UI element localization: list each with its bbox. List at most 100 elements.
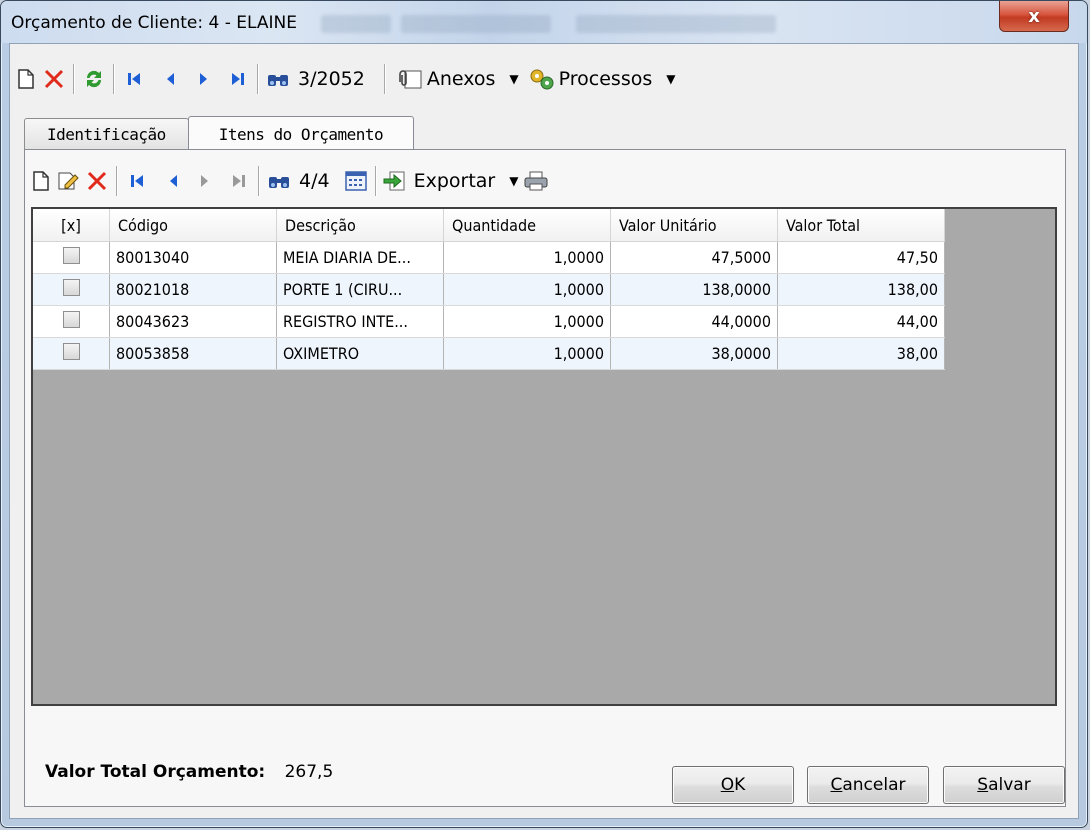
cell-descricao: MEIA DIARIA DE... <box>276 241 444 274</box>
exportar-label: Exportar <box>413 170 496 192</box>
last-record-button[interactable] <box>224 64 252 94</box>
print-button[interactable] <box>522 166 550 196</box>
delete-icon <box>44 69 64 89</box>
tab-panel-itens: 4/4 Exportar ▼ [x] Código Descrição Quan… <box>24 149 1066 807</box>
new-item-button[interactable] <box>27 166 55 196</box>
first-record-button[interactable] <box>120 64 148 94</box>
window-title: Orçamento de Cliente: 4 - ELAINE <box>11 13 297 33</box>
cancel-button[interactable]: Cancelar <box>807 766 929 804</box>
chevron-down-icon: ▼ <box>509 72 519 86</box>
delete-record-button[interactable] <box>40 64 68 94</box>
toolbar-separator <box>113 64 115 94</box>
item-position: 4/4 <box>299 170 330 192</box>
column-header-valor-total[interactable]: Valor Total <box>777 209 945 242</box>
tab-itens-do-orcamento[interactable]: Itens do Orçamento <box>187 116 415 151</box>
close-button[interactable]: x <box>999 1 1069 32</box>
last-item-button[interactable] <box>225 166 253 196</box>
binoculars-icon <box>268 75 288 86</box>
background-blur <box>401 15 551 33</box>
column-header-descricao[interactable]: Descrição <box>276 209 444 242</box>
table-row[interactable]: 80013040 MEIA DIARIA DE... 1,0000 47,500… <box>33 241 945 274</box>
row-checkbox-cell[interactable] <box>33 337 110 370</box>
items-table: [x] Código Descrição Quantidade Valor Un… <box>33 209 945 370</box>
column-header-codigo[interactable]: Código <box>109 209 277 242</box>
toolbar-separator <box>257 64 259 94</box>
toolbar-separator <box>116 166 118 196</box>
toolbar-separator <box>374 166 377 196</box>
cell-codigo: 80053858 <box>109 337 277 370</box>
chevron-down-icon: ▼ <box>666 72 676 86</box>
budget-total: Valor Total Orçamento: 267,5 <box>45 762 333 782</box>
background-blur <box>321 15 391 33</box>
table-row[interactable]: 80043623 REGISTRO INTE... 1,0000 44,0000… <box>33 305 945 338</box>
table-row[interactable]: 80053858 OXIMETRO 1,0000 38,0000 38,00 <box>33 337 945 370</box>
salvar-accel: S <box>977 775 989 795</box>
tab-strip: Identificação Itens do Orçamento <box>24 116 415 151</box>
first-record-icon <box>131 175 143 187</box>
column-header-valor-unitario[interactable]: Valor Unitário <box>610 209 778 242</box>
cell-valor-unitario: 44,0000 <box>610 305 778 338</box>
edit-item-button[interactable] <box>55 166 83 196</box>
cell-valor-unitario: 38,0000 <box>610 337 778 370</box>
printer-icon <box>524 171 548 191</box>
column-header-select[interactable]: [x] <box>33 209 110 242</box>
cell-descricao: REGISTRO INTE... <box>276 305 444 338</box>
row-checkbox[interactable] <box>62 311 80 328</box>
exportar-menu-button[interactable]: Exportar ▼ <box>382 166 523 196</box>
record-position: 3/2052 <box>298 68 365 90</box>
cancelar-label: ancelar <box>842 775 906 795</box>
cell-valor-total: 138,00 <box>777 273 945 306</box>
table-row[interactable]: 80021018 PORTE 1 (CIRU... 1,0000 138,000… <box>33 273 945 306</box>
edit-icon <box>58 172 79 190</box>
export-arrow-icon <box>383 171 405 191</box>
processos-label: Processos <box>558 68 653 90</box>
ok-button[interactable]: OK <box>672 766 794 804</box>
cell-quantidade: 1,0000 <box>443 273 611 306</box>
row-checkbox[interactable] <box>62 343 80 360</box>
first-item-button[interactable] <box>123 166 151 196</box>
cell-quantidade: 1,0000 <box>443 337 611 370</box>
cell-codigo: 80043623 <box>109 305 277 338</box>
items-toolbar: 4/4 Exportar ▼ <box>27 164 550 198</box>
next-record-button[interactable] <box>190 64 218 94</box>
row-checkbox-cell[interactable] <box>33 241 110 274</box>
anexos-menu-button[interactable]: Anexos ▼ <box>395 64 523 94</box>
new-document-icon <box>18 69 34 89</box>
row-checkbox[interactable] <box>62 247 80 264</box>
processos-menu-button[interactable]: Processos ▼ <box>529 64 680 94</box>
paperclip-icon <box>399 70 422 89</box>
gears-icon <box>530 69 554 90</box>
cell-valor-unitario: 47,5000 <box>610 241 778 274</box>
columns-grid-icon <box>344 171 367 191</box>
toolbar-separator <box>258 166 260 196</box>
previous-record-icon <box>167 73 174 85</box>
cell-descricao: PORTE 1 (CIRU... <box>276 273 444 306</box>
next-item-button[interactable] <box>191 166 219 196</box>
binoculars-icon <box>269 177 289 188</box>
budget-total-value: 267,5 <box>284 762 334 782</box>
new-record-button[interactable] <box>12 64 40 94</box>
row-checkbox-cell[interactable] <box>33 273 110 306</box>
columns-button[interactable] <box>342 166 370 196</box>
new-document-icon <box>33 171 49 191</box>
save-button[interactable]: Salvar <box>943 766 1065 804</box>
column-header-quantidade[interactable]: Quantidade <box>443 209 611 242</box>
previous-record-button[interactable] <box>156 64 184 94</box>
find-button[interactable] <box>264 64 292 94</box>
cell-valor-total: 38,00 <box>777 337 945 370</box>
previous-record-icon <box>170 175 177 187</box>
cell-valor-total: 44,00 <box>777 305 945 338</box>
cell-codigo: 80013040 <box>109 241 277 274</box>
row-checkbox-cell[interactable] <box>33 305 110 338</box>
delete-item-button[interactable] <box>83 166 111 196</box>
previous-item-button[interactable] <box>159 166 187 196</box>
grid-header-row: [x] Código Descrição Quantidade Valor Un… <box>33 209 945 242</box>
tab-identificacao[interactable]: Identificação <box>24 118 189 149</box>
refresh-button[interactable] <box>80 64 108 94</box>
anexos-label: Anexos <box>426 68 496 90</box>
title-bar[interactable]: Orçamento de Cliente: 4 - ELAINE x <box>1 1 1087 43</box>
client-area: 3/2052 Anexos ▼ Processos ▼ Identificaçã… <box>9 43 1079 819</box>
cancelar-accel: C <box>830 775 843 795</box>
find-item-button[interactable] <box>265 166 293 196</box>
row-checkbox[interactable] <box>62 279 80 296</box>
